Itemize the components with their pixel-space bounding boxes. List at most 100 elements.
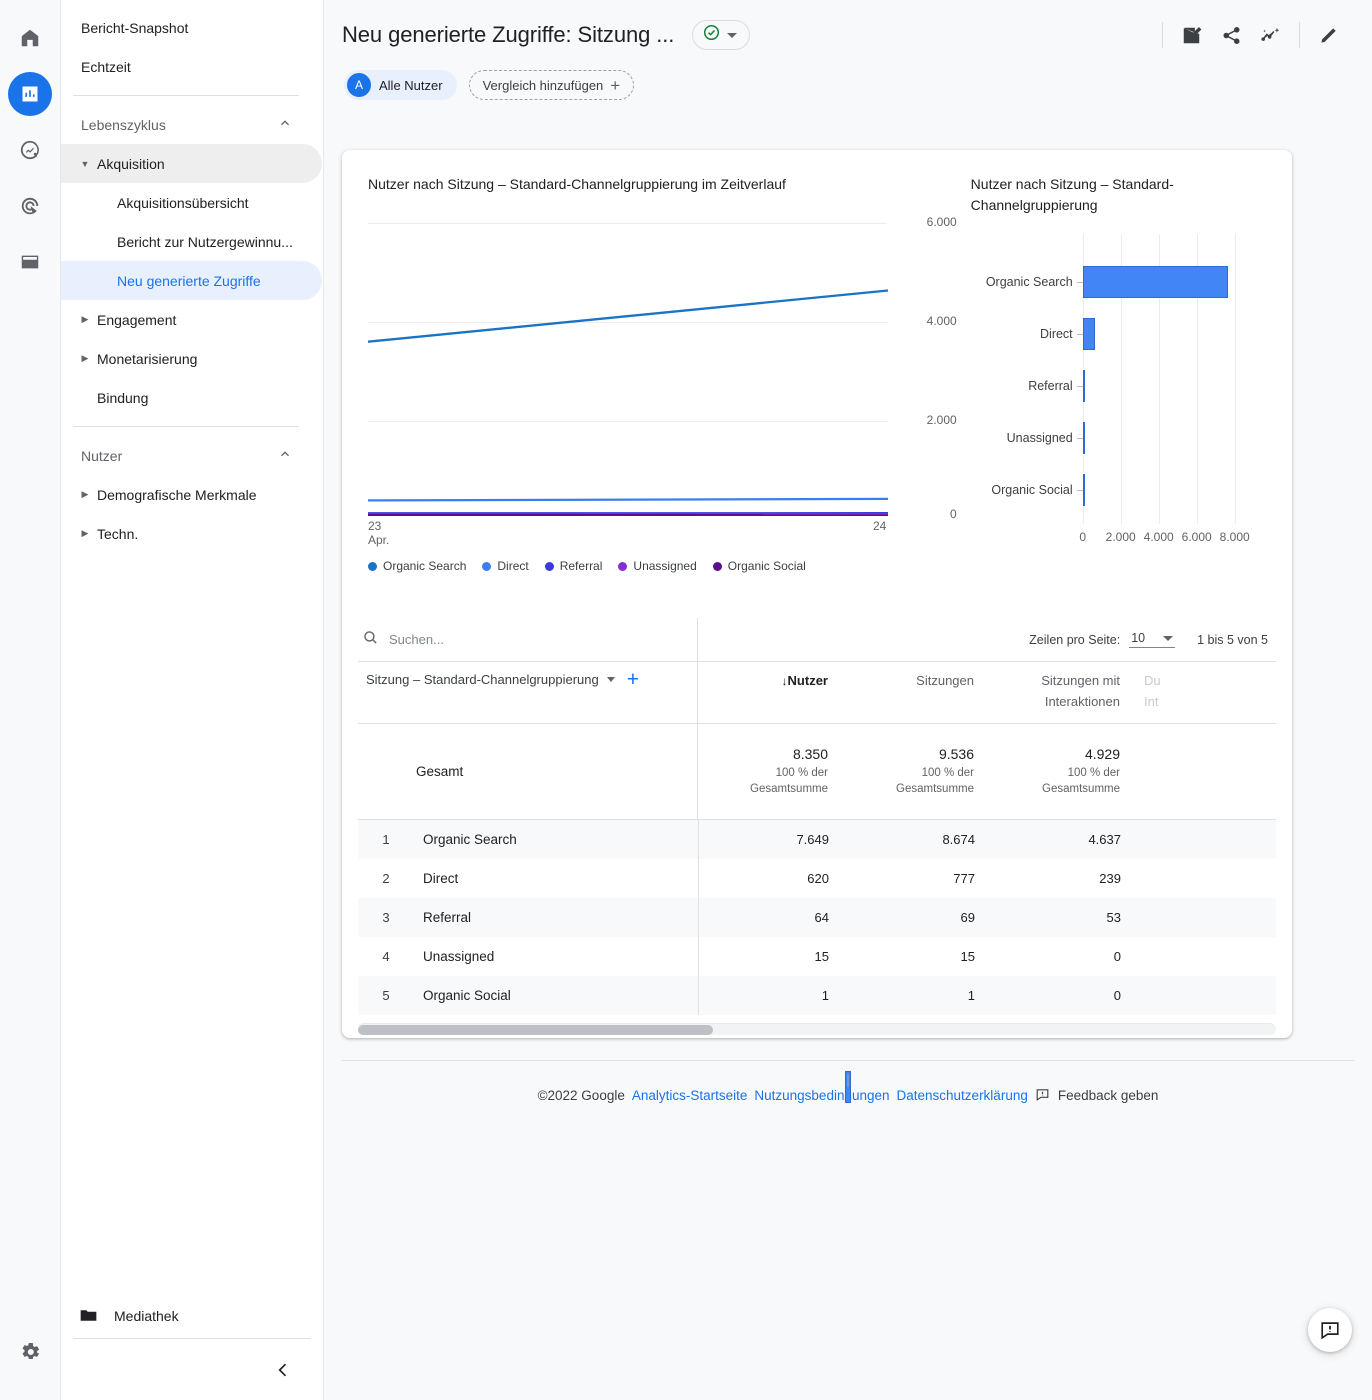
bar-category-label: Direct — [1040, 327, 1073, 341]
legend-label: Unassigned — [633, 559, 697, 573]
sidebar-item-realtime[interactable]: Echtzeit — [61, 47, 309, 86]
legend-label: Direct — [497, 559, 529, 573]
advertising-icon[interactable] — [8, 184, 52, 228]
bar-track — [1082, 360, 1266, 412]
bar-row[interactable]: Organic Search — [971, 256, 1266, 308]
row-cell-interaktionen: 53 — [1106, 910, 1121, 925]
legend-item[interactable]: Organic Search — [368, 559, 466, 573]
legend-item[interactable]: Unassigned — [618, 559, 697, 573]
feedback-bubble-icon[interactable] — [1308, 1308, 1352, 1352]
table-pagination: Zeilen pro Seite: 10 1 bis 5 von 5 — [698, 631, 1276, 648]
sidebar-section-label: Lebenszyklus — [81, 116, 166, 133]
report-edit-icon[interactable] — [1171, 15, 1211, 55]
table-row[interactable]: 1 Organic Search 7.649 8.674 4.637 — [358, 820, 1276, 859]
sidebar-group-label: Monetarisierung — [97, 350, 198, 367]
row-cell-interaktionen: 239 — [1099, 871, 1121, 886]
caret-right-icon: ▶ — [81, 314, 89, 324]
sidebar-item-mediathek[interactable]: Mediathek — [61, 1294, 323, 1338]
sidebar-item-neu-generierte-zugriffe[interactable]: Neu generierte Zugriffe — [61, 261, 322, 300]
column-header-sitzungen[interactable]: Sitzungen — [844, 662, 990, 723]
legend-label: Organic Search — [383, 559, 467, 573]
column-header-cut-off[interactable]: Du Int — [1136, 662, 1176, 723]
dimension-selector[interactable]: Sitzung – Standard-Channelgruppierung — [358, 672, 615, 687]
rows-per-page-value: 10 — [1131, 631, 1146, 645]
column-header-sitzungen-mit-interaktionen[interactable]: Sitzungen mit Interaktionen — [990, 662, 1136, 723]
sidebar-section-lifecycle[interactable]: Lebenszyklus — [61, 105, 309, 144]
search-input[interactable] — [389, 632, 649, 647]
explore-icon[interactable] — [8, 128, 52, 172]
horizontal-scrollbar[interactable] — [358, 1023, 1276, 1035]
bar-category-label: Unassigned — [1006, 431, 1073, 445]
chevron-left-icon[interactable] — [269, 1356, 297, 1384]
divider — [1299, 22, 1300, 48]
sidebar-group-monetarisierung[interactable]: ▶ Monetarisierung — [61, 339, 322, 378]
bar-category-label: Organic Search — [985, 275, 1073, 289]
sidebar-group-label: Demografische Merkmale — [97, 486, 257, 503]
sidebar-item-akquisitionsuebersicht[interactable]: Akquisitionsübersicht — [61, 183, 322, 222]
pencil-icon[interactable] — [1308, 15, 1348, 55]
plus-icon: + — [610, 75, 621, 95]
bar-track — [1082, 412, 1266, 464]
legend-item[interactable]: Referral — [544, 559, 602, 573]
bar — [1082, 422, 1085, 454]
table-row[interactable]: 2 Direct 620 777 239 — [358, 859, 1276, 898]
report-card: Nutzer nach Sitzung – Standard-Channelgr… — [342, 150, 1292, 1038]
legend-item[interactable]: Direct — [482, 559, 529, 573]
reports-icon[interactable] — [8, 72, 52, 116]
legend-item[interactable]: Organic Social — [712, 559, 806, 573]
sidebar-group-demografische-merkmale[interactable]: ▶ Demografische Merkmale — [61, 475, 322, 514]
row-cell-nutzer: 15 — [814, 949, 829, 964]
divider — [1162, 22, 1163, 48]
rows-per-page: Zeilen pro Seite: 10 — [1029, 631, 1176, 648]
insights-icon[interactable] — [1251, 15, 1291, 55]
sidebar-item-label: Mediathek — [114, 1308, 179, 1324]
sidebar-group-techn[interactable]: ▶ Techn. — [61, 514, 322, 553]
footer-link-privacy[interactable]: Datenschutzerklärung — [897, 1088, 1028, 1103]
configure-icon[interactable] — [8, 240, 52, 284]
sidebar-group-engagement[interactable]: ▶ Engagement — [61, 300, 322, 339]
audience-chip-all-users[interactable]: A Alle Nutzer — [344, 70, 457, 100]
legend-swatch — [482, 561, 492, 571]
total-subtext: 100 % der Gesamtsumme — [1042, 767, 1120, 795]
legend-swatch — [712, 561, 722, 571]
sidebar-item-bindung[interactable]: Bindung — [61, 378, 322, 417]
home-icon[interactable] — [8, 16, 52, 60]
add-dimension-button[interactable]: + — [627, 669, 639, 690]
divider — [73, 95, 299, 96]
feedback-link[interactable]: Feedback geben — [1035, 1087, 1159, 1105]
tick-mark — [1076, 386, 1083, 387]
row-cell-interaktionen: 4.637 — [1088, 832, 1121, 847]
footer-link-terms[interactable]: Nutzungsbedingungen — [754, 1088, 889, 1103]
row-cell-sitzungen: 69 — [960, 910, 975, 925]
share-icon[interactable] — [1211, 15, 1251, 55]
add-comparison-button[interactable]: Vergleich hinzufügen + — [468, 70, 635, 100]
bar-row[interactable]: Referral — [971, 360, 1266, 412]
dimension-header-cell: Sitzung – Standard-Channelgruppierung + — [358, 662, 698, 723]
table-body: Sitzung – Standard-Channelgruppierung + … — [358, 662, 1276, 1015]
row-name: Organic Search — [423, 832, 517, 847]
sidebar-item-label: Bericht-Snapshot — [81, 19, 189, 36]
footer-link-analytics-home[interactable]: Analytics-Startseite — [632, 1088, 748, 1103]
sidebar-group-akquisition[interactable]: ▼ Akquisition — [61, 144, 322, 183]
add-comparison-label: Vergleich hinzufügen — [482, 77, 604, 93]
gear-icon[interactable] — [8, 1330, 52, 1374]
scrollbar-thumb[interactable] — [358, 1025, 713, 1035]
y-tick-label: 6.000 — [926, 215, 957, 229]
table-row[interactable]: 5 Organic Social 1 1 0 — [358, 976, 1276, 1015]
feedback-label: Feedback geben — [1057, 1088, 1159, 1103]
bar-row[interactable]: Direct — [971, 308, 1266, 360]
sidebar-nav: Bericht-Snapshot Echtzeit Lebenszyklus ▼… — [61, 0, 324, 1400]
bar-row[interactable]: Organic Social — [971, 464, 1266, 516]
sidebar-section-nutzer[interactable]: Nutzer — [61, 436, 309, 475]
bar-track — [1082, 308, 1266, 360]
sidebar-item-report-snapshot[interactable]: Bericht-Snapshot — [61, 8, 309, 47]
search-box[interactable] — [358, 617, 698, 662]
table-row[interactable]: 4 Unassigned 15 15 0 — [358, 937, 1276, 976]
rows-per-page-select[interactable]: 10 — [1129, 631, 1176, 648]
table-row[interactable]: 3 Referral 64 69 53 — [358, 898, 1276, 937]
sidebar-item-nutzergewinnung[interactable]: Bericht zur Nutzergewinnu... — [61, 222, 322, 261]
bar-row[interactable]: Unassigned — [971, 412, 1266, 464]
column-header-nutzer[interactable]: ↓Nutzer — [698, 662, 844, 723]
status-badge[interactable] — [692, 20, 751, 50]
legend-swatch — [544, 561, 554, 571]
